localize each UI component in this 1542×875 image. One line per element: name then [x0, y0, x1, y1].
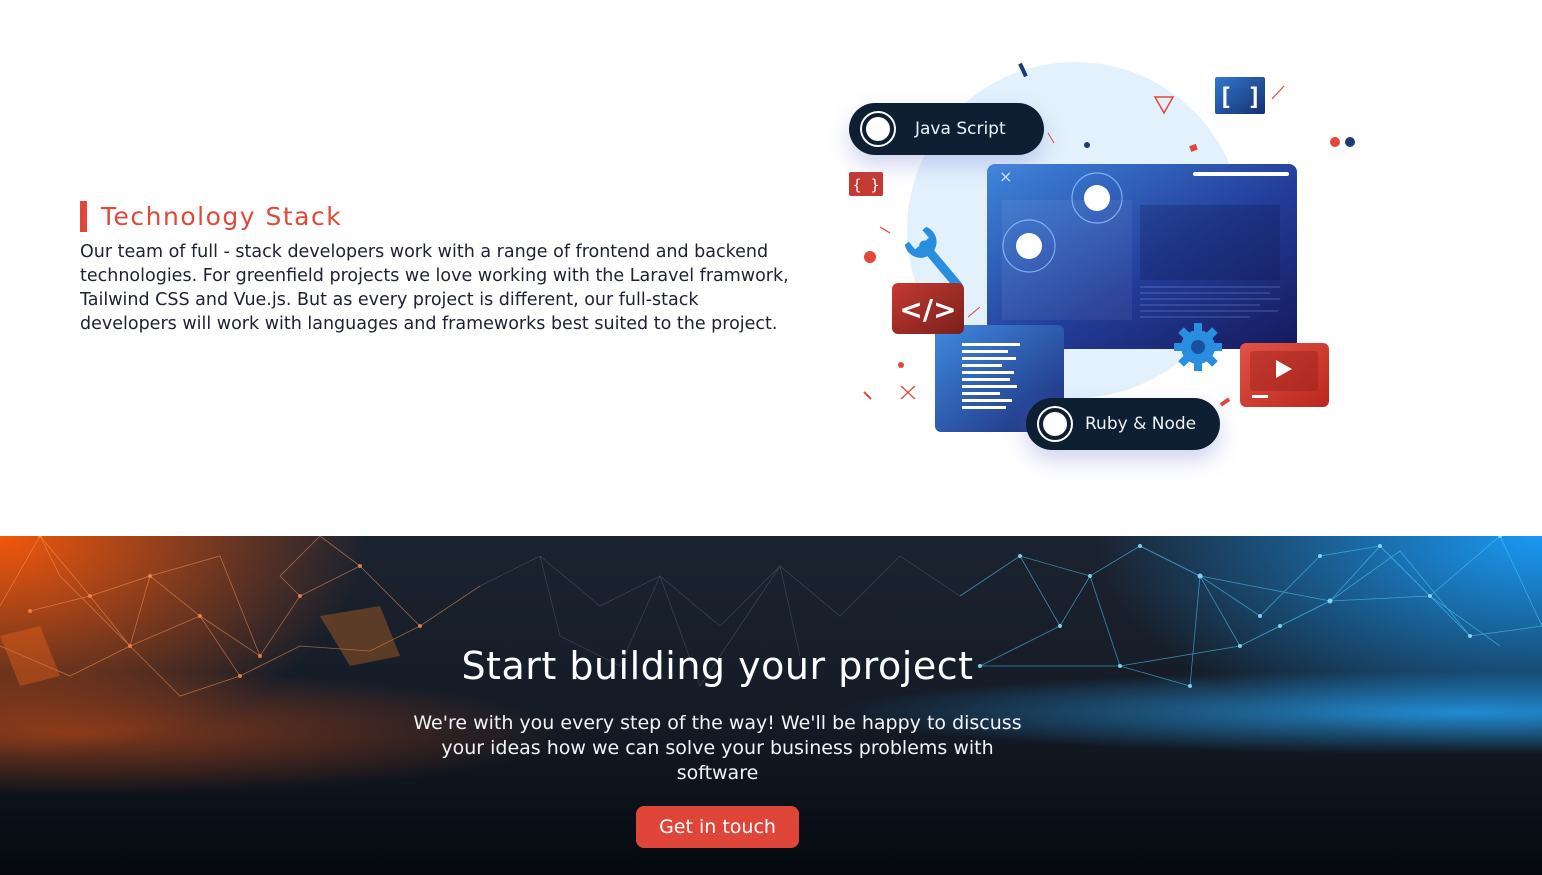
- get-in-touch-button[interactable]: Get in touch: [636, 806, 799, 848]
- close-icon: ×: [999, 167, 1012, 186]
- cta-subtitle-line-1: We're with you every step of the way! We…: [413, 712, 1022, 734]
- technology-stack-heading: Technology Stack: [80, 201, 800, 232]
- brackets-icon: { }: [849, 172, 883, 196]
- javascript-pill-label: Java Script: [915, 119, 1006, 139]
- brackets-icon: [ ]: [1215, 77, 1265, 114]
- technology-stack-text: Technology Stack Our team of full - stac…: [80, 201, 800, 336]
- video-player-graphic: [1240, 343, 1329, 407]
- cta-title: Start building your project: [461, 644, 974, 688]
- cta-subtitle: We're with you every step of the way! We…: [400, 711, 1035, 786]
- technology-stack-description: Our team of full - stack developers work…: [80, 242, 789, 334]
- technology-stack-section: Technology Stack Our team of full - stac…: [0, 0, 1542, 536]
- ruby-node-pill-label: Ruby & Node: [1085, 414, 1197, 434]
- svg-text:{ }: { }: [852, 176, 879, 194]
- javascript-pill-icon: [860, 111, 896, 147]
- svg-text:[ ]: [ ]: [1218, 83, 1261, 111]
- browser-window-graphic: ×: [987, 164, 1297, 349]
- ruby-node-pill-icon: [1037, 406, 1073, 442]
- javascript-pill: Java Script: [849, 103, 1044, 155]
- cta-section: Start building your project We're with y…: [0, 536, 1542, 875]
- code-icon: </>: [892, 283, 964, 334]
- svg-text:</>: </>: [899, 293, 956, 326]
- cta-subtitle-line-2: your ideas how we can solve your busines…: [441, 737, 994, 784]
- gear-icon: [1174, 323, 1222, 371]
- ruby-node-pill: Ruby & Node: [1026, 398, 1220, 450]
